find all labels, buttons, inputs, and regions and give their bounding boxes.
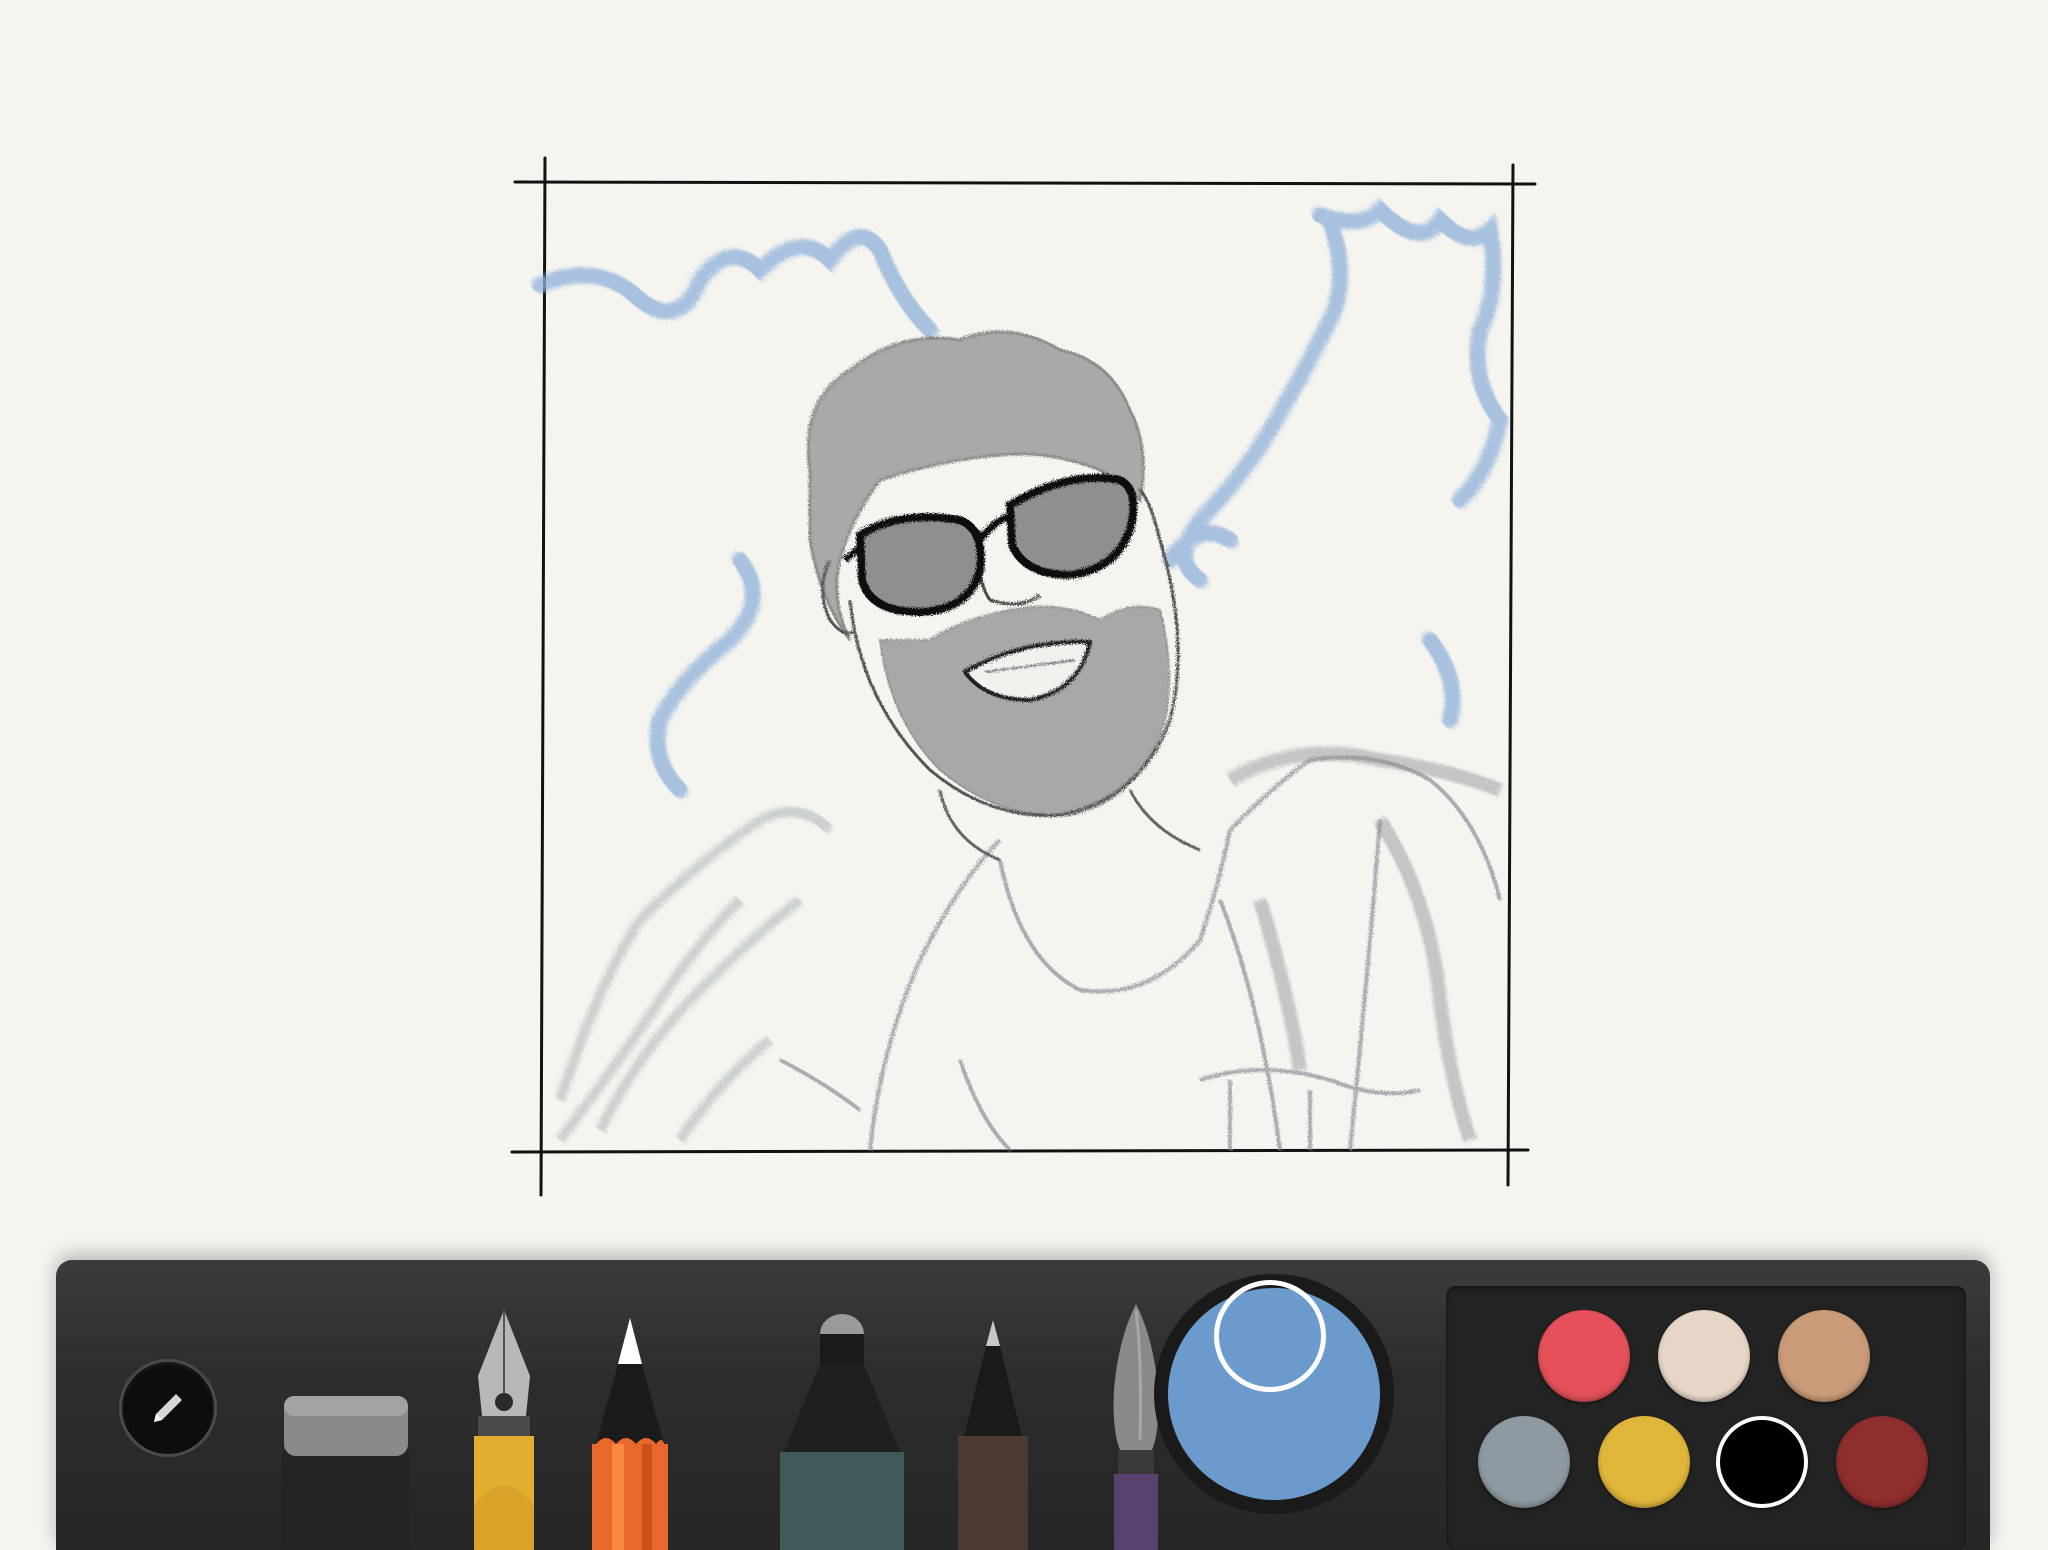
drawing-canvas[interactable] (0, 0, 2048, 1240)
shirt-strokes (779, 755, 1502, 1152)
fountain-pen-icon (474, 1310, 534, 1550)
pencil-tool[interactable] (586, 1314, 674, 1550)
fountain-pen-tool[interactable] (464, 1306, 544, 1550)
toolbar (56, 1260, 1990, 1550)
swatch-red[interactable] (1538, 1310, 1630, 1402)
pencil-icon (592, 1318, 668, 1550)
swatch-tan[interactable] (1778, 1310, 1870, 1402)
tool-menu-button[interactable] (122, 1362, 214, 1454)
marker-icon (780, 1314, 904, 1550)
brush-icon (1113, 1304, 1159, 1550)
head-sketch (806, 330, 1201, 862)
eraser-tool[interactable] (276, 1360, 416, 1550)
swatch-yellow[interactable] (1598, 1416, 1690, 1508)
color-mixer-button[interactable] (1154, 1274, 1394, 1514)
eraser-icon (282, 1396, 410, 1550)
pencil-icon (154, 1394, 182, 1422)
swatch-grey[interactable] (1478, 1416, 1570, 1508)
marker-tool[interactable] (776, 1312, 908, 1550)
fine-pen-icon (958, 1320, 1028, 1550)
swatch-beige[interactable] (1658, 1310, 1750, 1402)
color-palette (1446, 1286, 1966, 1550)
swatch-black[interactable] (1716, 1416, 1808, 1508)
sketch-drawing (532, 198, 1509, 1152)
fine-pen-tool[interactable] (948, 1316, 1038, 1550)
swatch-dark-red[interactable] (1836, 1416, 1928, 1508)
color-mixer-ring (1214, 1280, 1326, 1392)
background-shading (555, 807, 834, 1143)
